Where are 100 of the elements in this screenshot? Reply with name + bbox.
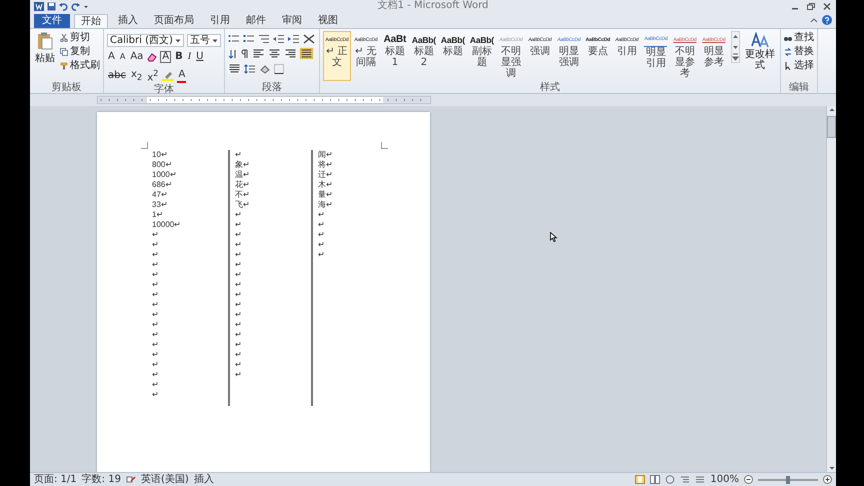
paragraph-text: 33↵ xyxy=(152,200,169,210)
web-layout-icon[interactable] xyxy=(665,475,676,484)
word-logo-icon xyxy=(34,2,44,10)
decrease-indent-icon[interactable] xyxy=(272,34,285,44)
paragraph-text: ↵ xyxy=(318,230,326,240)
ribbon-tab[interactable]: 开始 xyxy=(74,14,108,28)
restore-icon[interactable] xyxy=(806,2,816,10)
insert-mode-text[interactable]: 插入 xyxy=(194,474,214,486)
font-family-dropdown[interactable]: Calibri (西文) xyxy=(107,34,184,47)
ribbon-tab[interactable]: 视图 xyxy=(312,14,344,28)
pilcrow-icon[interactable] xyxy=(240,48,249,58)
paragraph-text: ↵ xyxy=(152,340,160,350)
full-screen-icon[interactable] xyxy=(650,475,660,484)
language-text[interactable]: 英语(美国) xyxy=(140,474,189,486)
paragraph-text: ↵ xyxy=(152,320,160,330)
cross-arrows-icon[interactable] xyxy=(302,34,315,44)
bold-button[interactable]: B xyxy=(174,51,184,63)
paragraph-text: ↵ xyxy=(318,210,326,220)
zoom-level-text[interactable]: 100% xyxy=(710,474,739,486)
print-layout-icon[interactable] xyxy=(635,475,646,484)
align-right-icon[interactable] xyxy=(284,48,297,59)
ribbon-tab[interactable]: 插入 xyxy=(112,14,144,28)
ribbon-tab[interactable]: 引用 xyxy=(204,14,236,28)
vertical-scrollbar[interactable] xyxy=(826,106,836,472)
shading-icon[interactable] xyxy=(258,64,271,74)
caret-icon[interactable] xyxy=(810,17,818,25)
scrollbar-thumb[interactable] xyxy=(827,116,836,138)
paragraph-text: ↵ xyxy=(235,240,243,250)
style-gallery-item[interactable]: AaBb( 副标题 xyxy=(468,31,496,81)
paragraph-text: ↵ xyxy=(235,280,243,290)
outline-icon[interactable] xyxy=(680,475,690,484)
proofing-icon[interactable] xyxy=(126,475,136,484)
font-size-dropdown[interactable]: 五号 xyxy=(186,34,221,47)
copy-button[interactable]: 复制 xyxy=(60,45,100,58)
file-tab[interactable]: 文件 xyxy=(34,14,70,28)
change-case-button[interactable]: Aa xyxy=(129,51,144,63)
paragraph-text: ↵ xyxy=(152,370,160,380)
change-styles-button[interactable]: 更改样式 xyxy=(742,31,777,72)
close-icon[interactable] xyxy=(822,2,832,10)
line-spacing-icon[interactable] xyxy=(244,64,256,74)
zoom-in-icon[interactable] xyxy=(823,475,832,484)
strikethrough-button[interactable]: abc xyxy=(107,70,127,82)
style-gallery-item[interactable]: AaBt 标题 1 xyxy=(380,31,409,81)
style-gallery-item[interactable]: AaBb( 标题 2 xyxy=(410,31,438,81)
paragraph-text: ↵ xyxy=(318,250,326,260)
underline-button[interactable]: U xyxy=(195,51,204,63)
paragraph-text: 飞↵ xyxy=(235,200,251,210)
redo-icon[interactable] xyxy=(71,2,80,10)
paragraph-text: ↵ xyxy=(235,340,243,350)
numbered-list-icon[interactable] xyxy=(242,34,255,44)
help-icon[interactable] xyxy=(822,15,832,25)
paste-button[interactable]: 粘贴 xyxy=(33,31,57,66)
paragraph-text: 10↵ xyxy=(152,150,169,160)
paragraph-text: ↵ xyxy=(152,270,160,280)
paragraph-text: 686↵ xyxy=(152,180,174,190)
page-count-text[interactable]: 页面: 1/1 xyxy=(34,474,77,486)
find-button[interactable]: 查找 xyxy=(784,31,814,44)
undo-icon[interactable] xyxy=(59,2,68,10)
justify-icon[interactable] xyxy=(300,48,313,59)
borders-icon[interactable] xyxy=(274,64,284,74)
distribute-icon[interactable] xyxy=(228,63,241,74)
format-painter-button[interactable]: 格式刷 xyxy=(60,59,100,72)
italic-button[interactable]: I xyxy=(186,51,192,63)
eraser-icon[interactable] xyxy=(147,52,158,62)
zoom-out-icon[interactable] xyxy=(744,475,753,484)
select-button[interactable]: 选择 xyxy=(784,59,814,72)
ribbon-tab[interactable]: 页面布局 xyxy=(148,14,200,28)
superscript-button[interactable]: x$^{2}$ xyxy=(146,67,160,84)
subscript-button[interactable]: x$_{2}$ xyxy=(130,68,144,83)
align-left-icon[interactable] xyxy=(252,48,265,59)
highlighter-icon[interactable] xyxy=(162,70,174,81)
ribbon-tab[interactable]: 邮件 xyxy=(240,14,272,28)
zoom-slider-thumb[interactable] xyxy=(786,476,790,484)
paragraph-text: ↵ xyxy=(235,310,243,320)
paragraph-text: ↵ xyxy=(235,220,243,230)
multilevel-list-icon[interactable] xyxy=(258,34,270,44)
font-color-button[interactable]: A xyxy=(177,68,186,83)
align-center-icon[interactable] xyxy=(268,48,281,59)
save-icon[interactable] xyxy=(47,2,56,10)
draft-icon[interactable] xyxy=(695,475,706,484)
paragraph-text: ↵ xyxy=(152,310,160,320)
letters-icon xyxy=(750,32,769,48)
word-count-text[interactable]: 字数: 19 xyxy=(82,474,121,486)
sort-icon[interactable] xyxy=(228,48,238,58)
cut-button[interactable]: 剪切 xyxy=(60,31,100,44)
ribbon-tab[interactable]: 审阅 xyxy=(276,14,308,28)
grow-font-button[interactable]: A xyxy=(107,51,116,63)
paragraph-text: ↵ xyxy=(152,260,160,270)
group-label: 剪贴板 xyxy=(50,82,82,93)
paragraph-text: 将↵ xyxy=(318,160,334,170)
replace-button[interactable]: 替换 xyxy=(784,45,814,58)
paragraph-text: ↵ xyxy=(235,150,243,160)
more-icon[interactable] xyxy=(732,52,739,62)
character-border-button[interactable]: A xyxy=(160,51,172,63)
paragraph-text: 量↵ xyxy=(318,190,334,200)
bullet-list-icon[interactable] xyxy=(228,34,240,44)
shrink-font-button[interactable]: A xyxy=(118,51,126,63)
increase-indent-icon[interactable] xyxy=(288,34,300,44)
style-gallery-item[interactable]: AaBb( 标题 xyxy=(438,31,467,81)
margin-corner-mark xyxy=(141,142,148,149)
